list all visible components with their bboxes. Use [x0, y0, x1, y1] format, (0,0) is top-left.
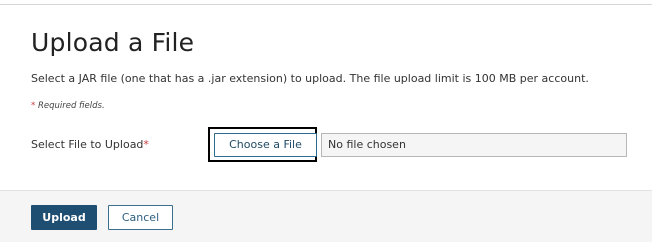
file-field-label-text: Select File to Upload [31, 138, 144, 151]
choose-file-button[interactable]: Choose a File [214, 133, 317, 157]
required-fields-note: * Required fields. [31, 100, 105, 112]
top-divider [0, 0, 652, 5]
page-title: Upload a File [31, 28, 195, 57]
file-field-required-asterisk: * [143, 138, 149, 151]
upload-file-dialog: Upload a File Select a JAR file (one tha… [0, 0, 652, 242]
required-fields-label: Required fields. [37, 101, 105, 111]
upload-instructions: Select a JAR file (one that has a .jar e… [31, 72, 589, 85]
file-field-label: Select File to Upload* [31, 137, 149, 152]
required-asterisk: * [31, 101, 36, 111]
dialog-footer: Upload Cancel [0, 190, 652, 242]
selected-file-display: No file chosen [321, 133, 627, 157]
upload-button[interactable]: Upload [31, 205, 97, 230]
cancel-button[interactable]: Cancel [108, 205, 173, 230]
